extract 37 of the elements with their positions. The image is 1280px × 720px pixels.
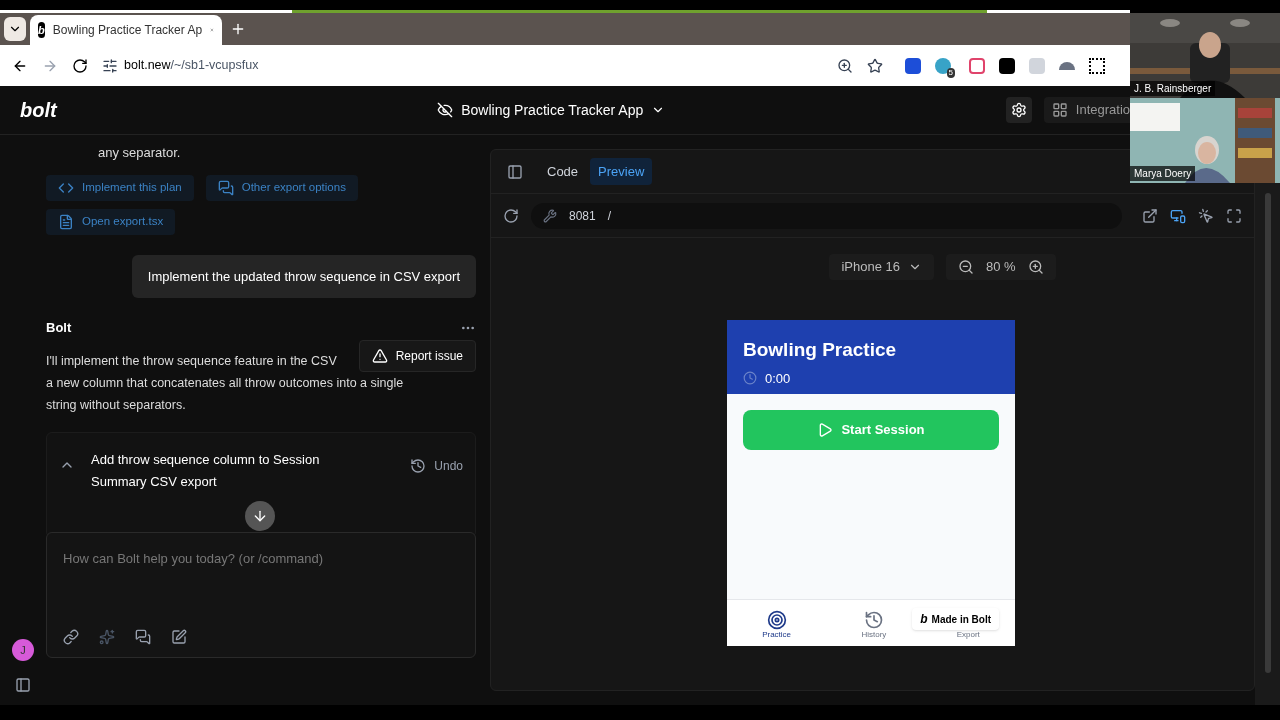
assistant-name: Bolt	[46, 319, 72, 337]
user-message: Implement the updated throw sequence in CSV export	[131, 254, 476, 298]
message-text: any separator.	[97, 144, 182, 162]
chat-input-field[interactable]: How can Bolt help you today? (or /command)	[63, 548, 459, 568]
view-tab[interactable]: Code	[539, 157, 587, 186]
user-avatar[interactable]: J	[12, 639, 34, 661]
action-button[interactable]: Implement this plan	[46, 174, 194, 201]
favicon: b	[38, 22, 45, 38]
tab-title: Bowling Practice Tracker Ap	[52, 22, 203, 39]
browser-tab[interactable]: b Bowling Practice Tracker Ap	[30, 15, 222, 45]
undo-button[interactable]: Undo	[410, 456, 463, 475]
bolt-logo: b	[920, 611, 928, 628]
action-title: Add throw sequence column to Session Summary CSV export	[91, 450, 321, 491]
device-dropdown[interactable]: iPhone 16	[829, 254, 934, 280]
extension-badge: 5	[946, 67, 955, 78]
made-in-bolt-badge[interactable]: b Made in Bolt	[912, 608, 999, 630]
nav-tab[interactable]: History	[861, 610, 887, 640]
participant-name: Marya Doery	[1130, 166, 1196, 181]
message-line: a new column that concatenates all throw outcomes into a single	[46, 374, 404, 392]
nav-tab[interactable]: Practice	[762, 610, 792, 640]
project-title-dropdown[interactable]: Bowling Practice Tracker App	[461, 99, 666, 121]
message-line: string without separators.	[46, 396, 186, 414]
participant-name: J. B. Rainsberger	[1130, 81, 1216, 96]
report-issue-menu[interactable]: Report issue	[358, 339, 476, 372]
action-button[interactable]: Other export options	[205, 174, 358, 201]
message-line: I'll implement the throw sequence feature in the CSV	[46, 352, 337, 370]
bolt-logo[interactable]: bolt	[20, 95, 57, 125]
zoom-level: 80 %	[985, 258, 1016, 277]
integrations-button[interactable]: Integratio	[1043, 97, 1130, 123]
preview-url-field[interactable]: 8081 /	[531, 202, 1122, 229]
url-field[interactable]: bolt.new/~/sb1-vcupsfux	[124, 56, 823, 75]
timer: 0:00	[765, 369, 791, 388]
app-title: Bowling Practice	[743, 338, 898, 362]
badge-label: Made in Bolt	[931, 612, 991, 627]
action-button[interactable]: Open export.tsx	[46, 208, 176, 235]
view-tab[interactable]: Preview	[590, 157, 653, 186]
nav-tab[interactable]: Export	[956, 630, 980, 640]
